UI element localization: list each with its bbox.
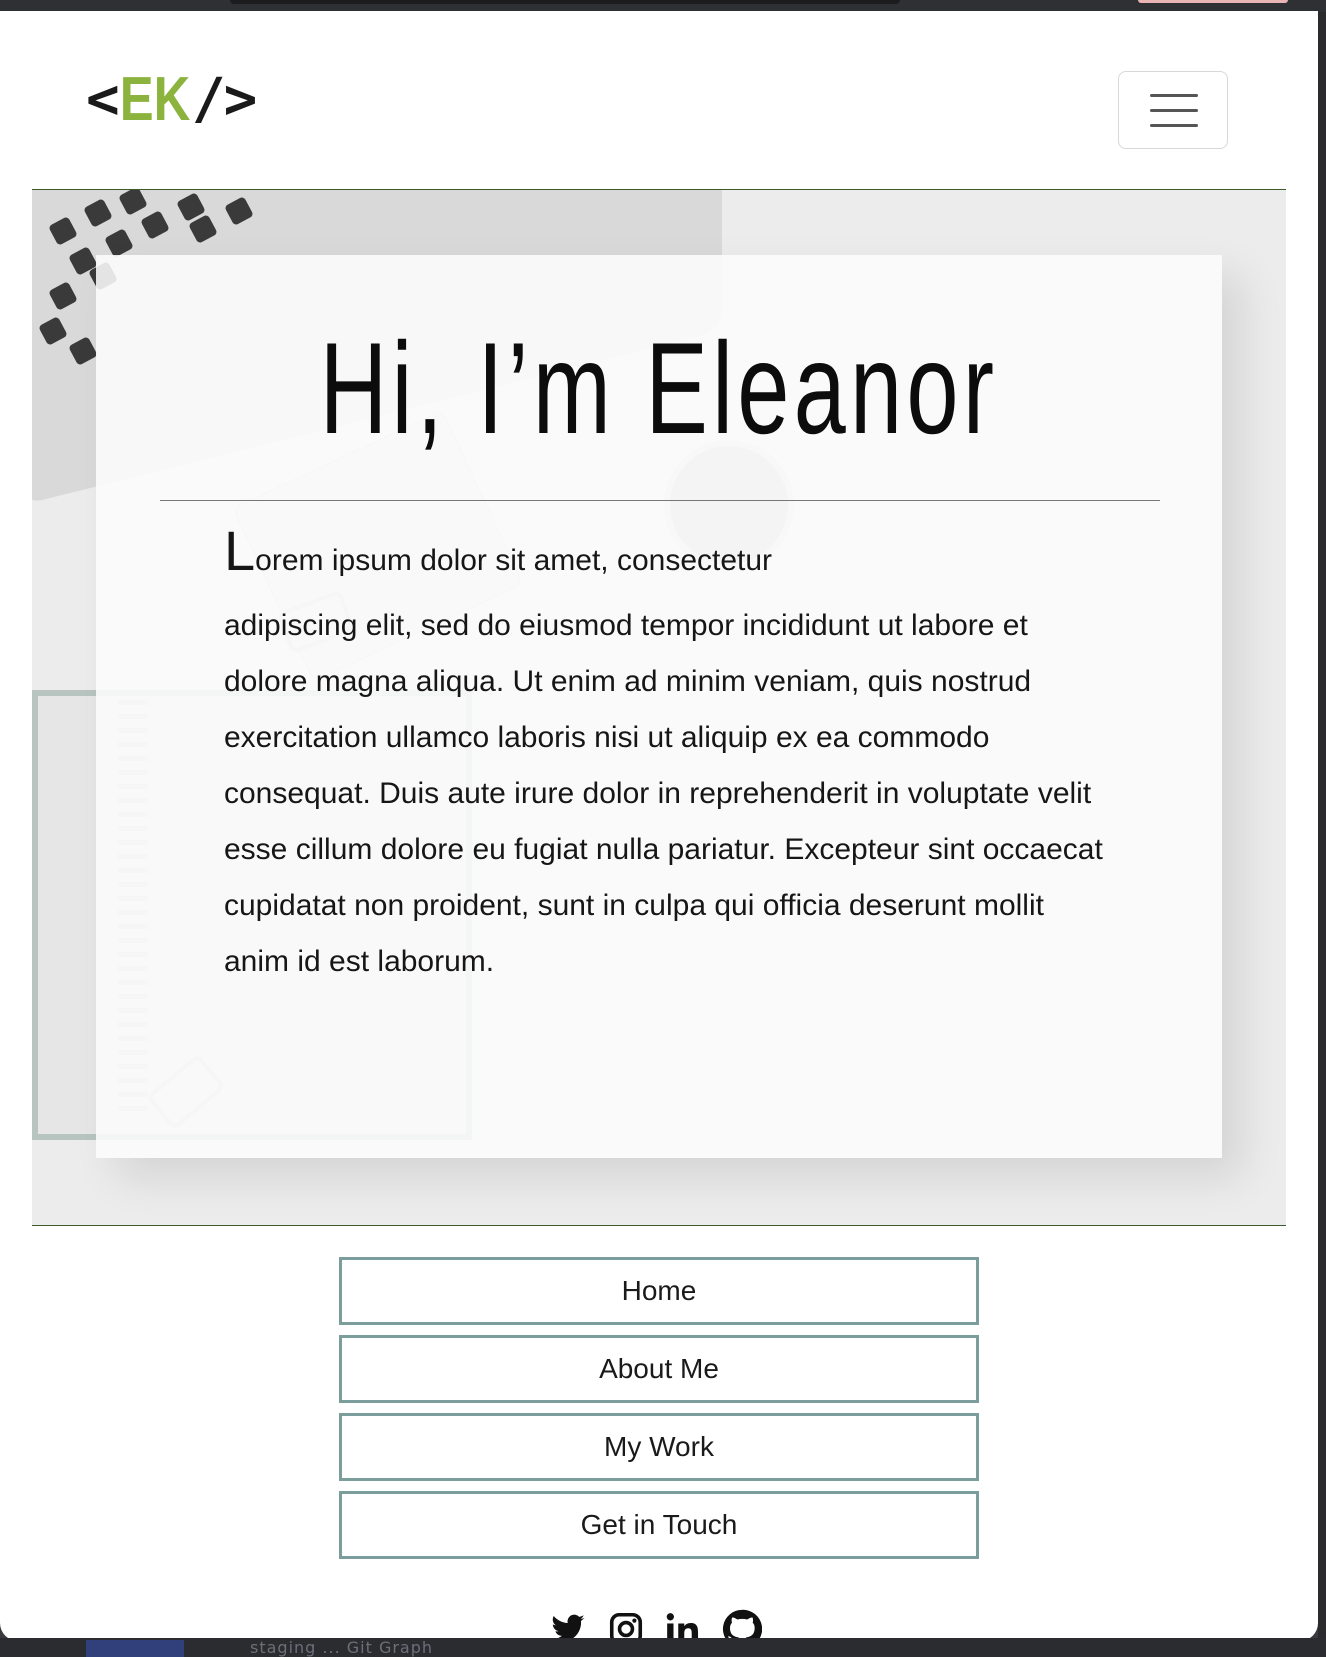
logo-initials: EK: [119, 64, 191, 134]
background-window-text: staging ... Git Graph: [250, 1638, 434, 1657]
site-logo[interactable]: < EK / >: [86, 63, 258, 135]
hero-section: Hi, I’m Eleanor Lorem ipsum dolor sit am…: [32, 189, 1286, 1226]
first-line-text: orem ipsum dolor sit amet, consectetur: [255, 544, 773, 577]
background-window-edge: [1318, 12, 1326, 1657]
nav-contact-button[interactable]: Get in Touch: [339, 1491, 979, 1559]
browser-viewport: < EK / > Hi, I’m Eleanor Lorem ipsum dol…: [0, 11, 1318, 1641]
address-bar: [230, 0, 900, 4]
menu-toggle-button[interactable]: [1118, 71, 1228, 149]
logo-close-bracket: >: [223, 66, 258, 132]
nav-home-button[interactable]: Home: [339, 1257, 979, 1325]
logo-open-bracket: <: [86, 66, 120, 132]
drop-cap: L: [224, 519, 256, 582]
hero-body-text: adipiscing elit, sed do eiusmod tempor i…: [224, 609, 1103, 978]
browser-control: [1138, 0, 1288, 3]
intro-card: Hi, I’m Eleanor Lorem ipsum dolor sit am…: [96, 255, 1222, 1158]
background-window-strip: staging ... Git Graph: [0, 1638, 1326, 1657]
hero-divider: [160, 500, 1160, 501]
nav-about-button[interactable]: About Me: [339, 1335, 979, 1403]
hero-title: Hi, I’m Eleanor: [319, 315, 999, 461]
logo-slash: /: [191, 66, 226, 132]
nav-work-button[interactable]: My Work: [339, 1413, 979, 1481]
hero-first-line: Lorem ipsum dolor sit amet, consectetur: [224, 523, 1104, 598]
hero-paragraph: Lorem ipsum dolor sit amet, consectetur …: [224, 523, 1104, 990]
